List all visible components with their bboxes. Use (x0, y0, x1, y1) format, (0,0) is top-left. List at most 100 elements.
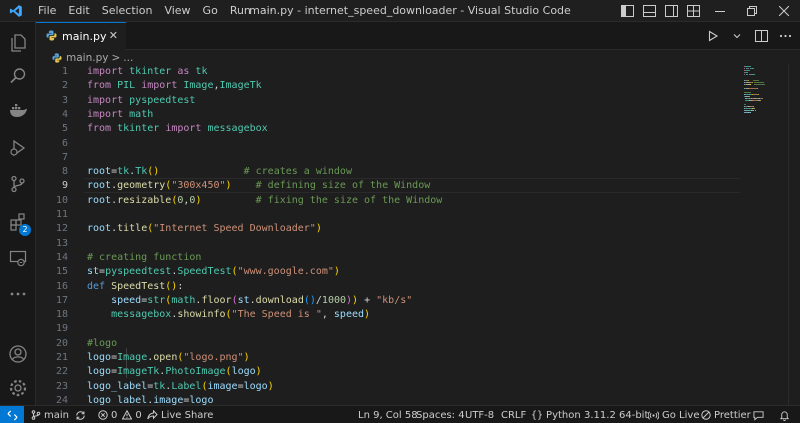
toggle-panel-icon[interactable] (638, 0, 660, 22)
code-line[interactable]: 3 import pyspeedtest (36, 94, 740, 108)
more-views-icon[interactable] (0, 278, 36, 310)
end-of-line[interactable]: CRLF (501, 406, 526, 423)
accounts-icon[interactable] (0, 338, 36, 370)
code-line[interactable]: 23 logo_label=tk.Label(image=logo) (36, 380, 740, 394)
code-token: st (87, 266, 100, 278)
code-line[interactable]: 24 logo_label.image=logo (36, 394, 740, 405)
menu-file[interactable]: File (32, 0, 62, 22)
line-text: # creating function (87, 251, 201, 265)
code-line[interactable]: 7 (36, 151, 740, 165)
python-file-icon (46, 29, 57, 44)
code-token: () (303, 294, 316, 306)
problems-indicator[interactable]: 0 0 (98, 406, 142, 423)
code-line[interactable]: 21 logo=Image.open("logo.png") (36, 351, 740, 365)
line-text: from tkinter import messagebox (87, 122, 268, 136)
run-dropdown-chevron-icon[interactable] (728, 27, 746, 45)
feedback-icon[interactable] (753, 406, 764, 423)
line-text: import tkinter as tk (87, 65, 207, 79)
line-text: root.resizable(0,0) # fixing the size of… (87, 194, 442, 208)
breadcrumb-file[interactable]: main.py (66, 52, 108, 64)
close-window-icon[interactable] (768, 0, 800, 22)
menu-go[interactable]: Go (197, 0, 224, 22)
code-line[interactable]: 14 # creating function (36, 251, 740, 265)
tab-main-py[interactable]: main.py ✕ (36, 22, 126, 50)
code-token: showinfo (177, 309, 226, 321)
settings-gear-icon[interactable] (0, 372, 36, 404)
code-line[interactable]: 2 from PIL import Image,ImageTk (36, 79, 740, 93)
notifications-bell-icon[interactable] (779, 406, 790, 423)
code-line[interactable]: 1 import tkinter as tk (36, 65, 740, 79)
line-number: 11 (55, 209, 68, 220)
remote-indicator-icon[interactable] (0, 406, 24, 423)
explorer-icon[interactable] (0, 26, 36, 58)
docker-icon[interactable] (0, 94, 36, 126)
minimap-token (747, 88, 758, 89)
code-line[interactable]: 8 root=tk.Tk() # creates a window (36, 165, 740, 179)
code-line[interactable]: 5 from tkinter import messagebox (36, 122, 740, 136)
toggle-secondary-sidebar-icon[interactable] (660, 0, 682, 22)
code-token: tk (153, 380, 166, 392)
more-actions-icon[interactable] (776, 27, 794, 45)
title-controls (616, 0, 800, 22)
code-line[interactable]: 17 speed=str(math.floor(st.download()/10… (36, 294, 740, 308)
live-share[interactable]: Live Share (147, 406, 213, 423)
tab-close-icon[interactable]: ✕ (109, 29, 118, 42)
breadcrumb-more[interactable]: ... (123, 52, 133, 64)
line-number: 1 (61, 66, 68, 77)
code-line[interactable]: 4 import math (36, 108, 740, 122)
code-line[interactable]: 6 (36, 137, 740, 151)
code-token: root (87, 166, 112, 178)
editor-scrollbar[interactable] (788, 64, 800, 405)
menu-selection[interactable]: Selection (96, 0, 159, 22)
python-interpreter[interactable]: 3.11.2 64-bit (584, 406, 648, 423)
code-line[interactable]: 18 messagebox.showinfo("The Speed is ", … (36, 308, 740, 322)
minimap[interactable] (740, 64, 786, 405)
line-number: 18 (55, 309, 68, 321)
run-file-icon[interactable] (704, 27, 722, 45)
code-line[interactable]: 16 def SpeedTest(): (36, 280, 740, 294)
prettier[interactable]: Prettier (701, 406, 751, 423)
line-number: 15 (55, 266, 68, 278)
vscode-logo-icon[interactable] (0, 0, 32, 22)
sync-icon[interactable] (75, 406, 86, 423)
code-line[interactable]: 15 st=pyspeedtest.SpeedTest("www.google.c… (36, 265, 740, 279)
code-token: ) (364, 309, 371, 321)
line-text: root.title("Internet Speed Downloader") (87, 222, 322, 236)
split-editor-icon[interactable] (752, 27, 770, 45)
restore-icon[interactable] (736, 0, 768, 22)
live-share-icon (147, 410, 158, 420)
code-token: from (87, 80, 112, 92)
remote-explorer-icon[interactable] (0, 242, 36, 274)
toggle-primary-sidebar-icon[interactable] (616, 0, 638, 22)
code-line[interactable]: 19 (36, 322, 740, 336)
minimize-icon[interactable] (704, 0, 736, 22)
code-line[interactable]: 20 #logo (36, 337, 740, 351)
code-token: import (87, 108, 124, 120)
go-live[interactable]: Go Live (648, 406, 699, 423)
run-debug-icon[interactable] (0, 132, 36, 164)
line-number: 23 (55, 380, 68, 392)
extensions-icon[interactable]: 2 (0, 206, 36, 238)
source-control-icon[interactable] (0, 168, 36, 200)
code-token: def (87, 280, 106, 292)
encoding[interactable]: UTF-8 (465, 406, 494, 423)
code-line[interactable]: 12 root.title("Internet Speed Downloader"… (36, 222, 740, 236)
git-branch[interactable]: main (31, 406, 69, 423)
code-token: Label (171, 380, 202, 392)
code-token: ) (333, 266, 340, 278)
language-mode[interactable]: {} Python (531, 406, 581, 423)
code-line[interactable]: 22 logo=ImageTk.PhotoImage(logo) (36, 365, 740, 379)
code-line[interactable]: 13 (36, 237, 740, 251)
minimap-token (750, 66, 751, 67)
menu-edit[interactable]: Edit (62, 0, 95, 22)
code-token: tkinter (117, 123, 160, 135)
search-icon[interactable] (0, 60, 36, 92)
indentation[interactable]: Spaces: 4 (416, 406, 465, 423)
code-line[interactable]: 9 root.geometry("300x450") # defining siz… (36, 179, 740, 193)
menu-view[interactable]: View (158, 0, 196, 22)
code-line[interactable]: 11 (36, 208, 740, 222)
customize-layout-icon[interactable] (682, 0, 704, 22)
code-editor[interactable]: 1 import tkinter as tk 2 from PIL import Im… (36, 64, 740, 405)
code-line[interactable]: 10 root.resizable(0,0) # fixing the size … (36, 194, 740, 208)
cursor-position[interactable]: Ln 9, Col 58 (358, 406, 418, 423)
